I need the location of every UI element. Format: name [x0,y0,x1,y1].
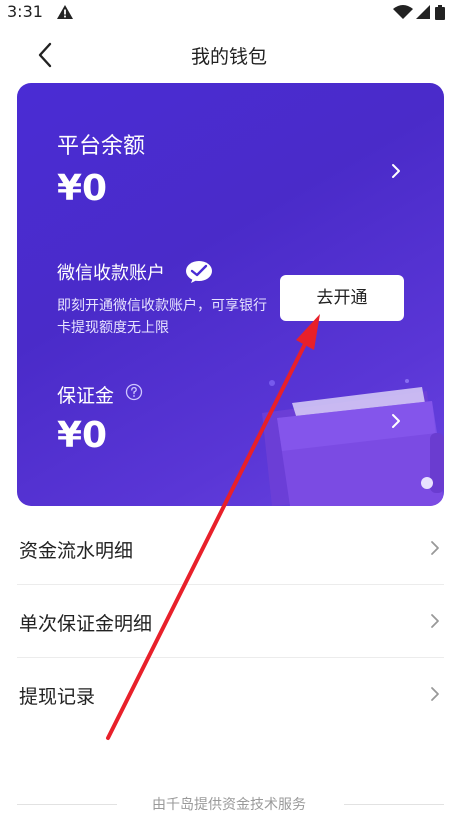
battery-icon [435,5,445,20]
status-bar: 3:31 [0,0,458,24]
menu-item-label: 提现记录 [19,686,96,708]
wechat-account-description: 即刻开通微信收款账户，可享银行卡提现额度无上限 [57,298,267,336]
signal-icon [416,5,430,19]
wechat-account-title: 微信收款账户 [57,263,165,284]
chevron-right-icon[interactable] [389,413,403,429]
footer: 由千岛提供资金技术服务 [0,794,458,814]
warning-icon [57,5,73,19]
wechat-pay-icon [186,261,212,283]
chevron-right-icon [431,614,439,628]
wifi-icon [393,5,413,19]
footer-text: 由千岛提供资金技术服务 [152,797,306,813]
chevron-right-icon [431,687,439,701]
balance-label: 平台余额 [57,134,146,159]
menu-item-fund-flow[interactable]: 资金流水明细 [17,512,444,584]
status-time: 3:31 [7,2,43,21]
menu-item-label: 单次保证金明细 [19,613,153,635]
help-icon[interactable] [125,383,143,401]
balance-value: ¥0 [57,168,108,209]
chevron-right-icon[interactable] [389,163,403,179]
page-title: 我的钱包 [190,46,267,68]
open-account-button[interactable]: 去开通 [280,275,404,321]
deposit-value: ¥0 [57,415,108,456]
menu-item-label: 资金流水明细 [19,540,134,562]
wallet-card: 平台余额 ¥0 微信收款账户 即刻开通微信收款账户，可享银行卡提现额度无上限 去… [17,83,444,506]
menu-item-withdraw-records[interactable]: 提现记录 [17,658,444,730]
menu-item-deposit-detail[interactable]: 单次保证金明细 [17,585,444,657]
wallet-illustration [262,379,444,506]
nav-bar: 我的钱包 [0,30,458,80]
deposit-label: 保证金 [57,385,115,407]
chevron-right-icon [431,541,439,555]
status-icons [393,5,445,20]
